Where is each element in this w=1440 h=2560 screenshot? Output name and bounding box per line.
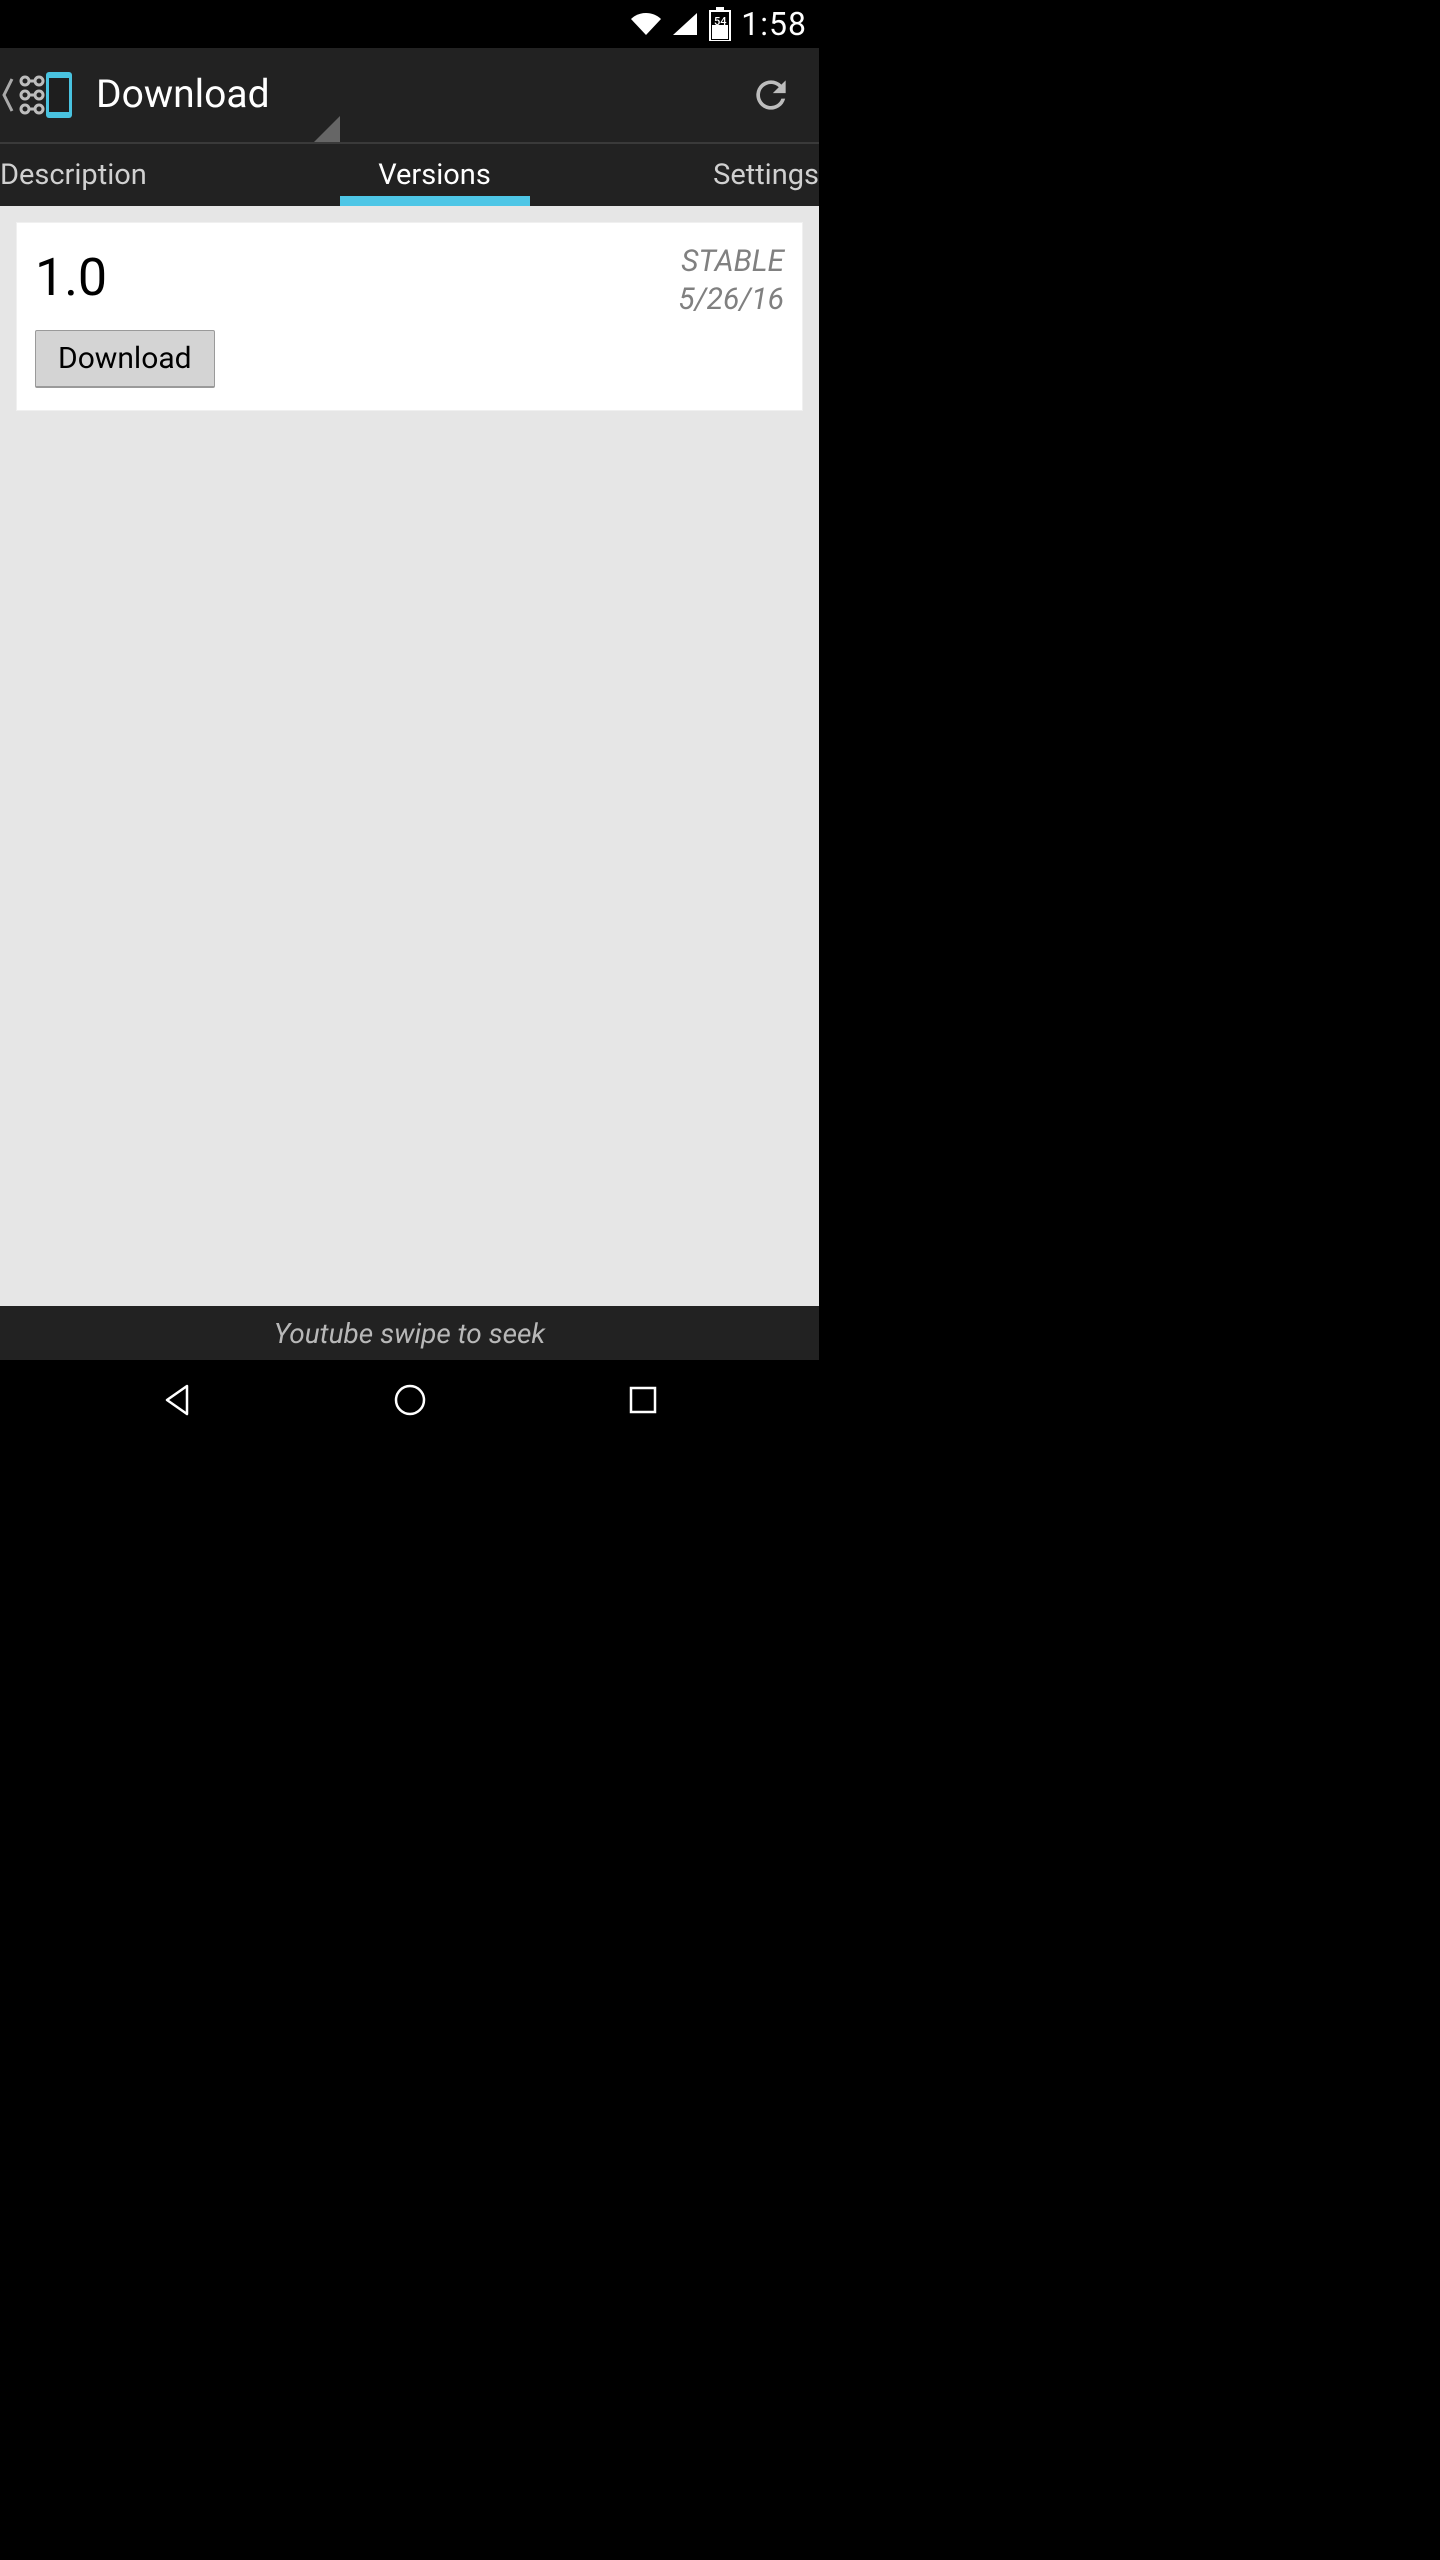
release-date: 5/26/16 xyxy=(678,281,784,319)
battery-percent: 54 xyxy=(707,15,733,28)
tab-description[interactable]: Description xyxy=(0,144,190,206)
page-title: Download xyxy=(96,46,270,142)
footer-hint: Youtube swipe to seek xyxy=(0,1306,819,1360)
back-triangle-icon xyxy=(155,1378,199,1422)
tab-label: Settings xyxy=(713,158,819,192)
tab-bar: Description Versions Settings xyxy=(0,144,819,206)
nav-recent-button[interactable] xyxy=(583,1360,703,1440)
wifi-icon xyxy=(629,11,663,37)
title-dropdown[interactable]: Download xyxy=(96,48,340,142)
tab-versions[interactable]: Versions xyxy=(190,144,679,206)
content-area: 1.0 STABLE 5/26/16 Download xyxy=(0,206,819,1306)
version-card: 1.0 STABLE 5/26/16 Download xyxy=(16,222,803,411)
app-logo-icon xyxy=(16,69,76,121)
nav-home-button[interactable] xyxy=(350,1360,470,1440)
status-bar: 54 1:58 xyxy=(0,0,819,48)
system-nav-bar xyxy=(0,1360,819,1440)
battery-icon: 54 xyxy=(707,7,733,41)
chevron-left-icon xyxy=(0,75,14,115)
action-bar: Download xyxy=(0,48,819,144)
footer-text: Youtube swipe to seek xyxy=(274,1317,545,1350)
cell-signal-icon xyxy=(671,11,699,37)
back-button[interactable] xyxy=(0,48,84,142)
download-button[interactable]: Download xyxy=(35,330,215,388)
dropdown-triangle-icon xyxy=(314,116,340,142)
refresh-icon xyxy=(749,73,793,117)
nav-back-button[interactable] xyxy=(117,1360,237,1440)
home-circle-icon xyxy=(388,1378,432,1422)
version-number: 1.0 xyxy=(35,243,107,306)
status-time: 1:58 xyxy=(741,5,807,43)
stability-label: STABLE xyxy=(678,243,784,281)
recent-square-icon xyxy=(621,1378,665,1422)
tab-label: Versions xyxy=(378,158,491,192)
refresh-button[interactable] xyxy=(723,47,819,143)
tab-label: Description xyxy=(0,158,147,192)
tab-settings[interactable]: Settings xyxy=(679,144,819,206)
